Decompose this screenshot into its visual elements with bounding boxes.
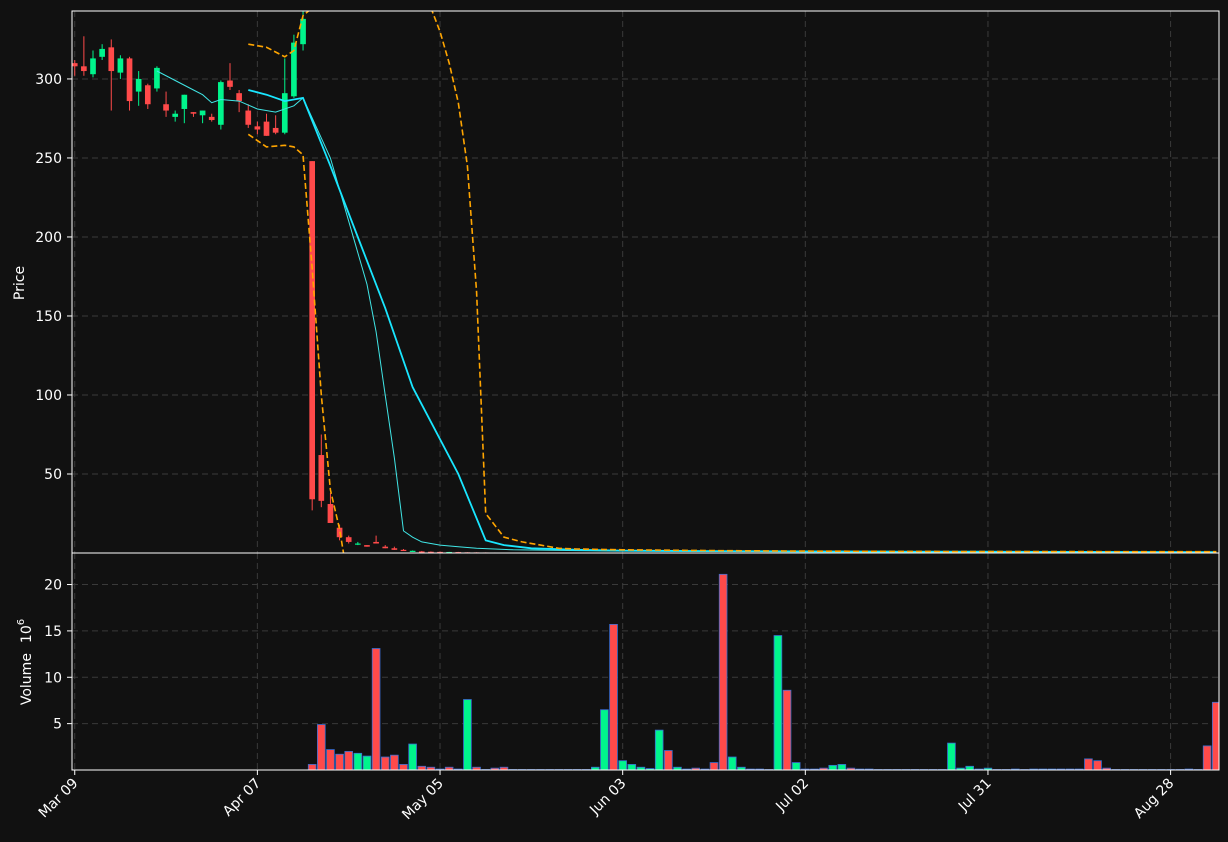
candle-body xyxy=(227,80,233,87)
candle-body xyxy=(327,504,334,523)
candle-body xyxy=(72,63,78,67)
candle-body xyxy=(281,93,288,133)
candle-body xyxy=(117,58,124,73)
volume-bar xyxy=(380,756,390,770)
volume-bar xyxy=(1084,758,1093,770)
volume-bar xyxy=(773,635,783,770)
volume-bar xyxy=(463,699,472,770)
volume-bar xyxy=(1093,760,1102,770)
volume-bar xyxy=(362,755,372,770)
candle-body xyxy=(364,545,370,547)
candle-body xyxy=(373,541,379,544)
volume-bar xyxy=(408,743,417,770)
price-tick-label: 200 xyxy=(35,230,62,246)
volume-bar xyxy=(718,573,728,770)
price-tick-label: 150 xyxy=(35,309,62,325)
candle-body xyxy=(108,47,115,72)
volume-bar xyxy=(837,764,847,770)
candle-body xyxy=(263,121,270,136)
candle-body xyxy=(382,546,389,549)
candle-body xyxy=(409,550,416,552)
volume-bar xyxy=(609,624,618,770)
volume-bar xyxy=(782,689,792,770)
candle-body xyxy=(355,543,361,545)
candle-body xyxy=(208,116,215,121)
candle-body xyxy=(318,455,325,501)
volume-bar xyxy=(727,756,737,770)
candle-body xyxy=(199,110,206,116)
volume-bar xyxy=(417,765,427,770)
candle-body xyxy=(254,126,261,130)
volume-bar xyxy=(307,764,317,770)
candle-body xyxy=(144,85,151,105)
candle-body xyxy=(300,18,306,45)
volume-axis-title: Volume 106 xyxy=(16,619,35,705)
candle-body xyxy=(90,58,96,75)
volume-bar xyxy=(317,724,326,770)
price-tick-label: 250 xyxy=(35,151,62,167)
candle-body xyxy=(236,93,242,102)
volume-bar xyxy=(600,709,609,770)
volume-bar xyxy=(1202,745,1212,770)
candle-body xyxy=(309,161,316,500)
candle-body xyxy=(345,537,352,542)
volume-bar xyxy=(947,742,956,770)
volume-bar xyxy=(371,648,381,770)
volume-bar xyxy=(390,754,399,770)
candle-body xyxy=(181,94,188,109)
volume-bar xyxy=(618,760,627,770)
candlestick-chart: 50100150200250300 5101520 Mar 09 Apr 07 Ma… xyxy=(0,0,1228,842)
candle-body xyxy=(272,127,279,133)
candle-body xyxy=(135,78,142,92)
volume-bar xyxy=(828,764,837,770)
candle-body xyxy=(163,104,169,111)
candle-body xyxy=(172,113,179,117)
volume-tick-label: 10 xyxy=(44,670,62,686)
volume-axis-label: Volume xyxy=(19,653,35,705)
volume-bar xyxy=(791,762,801,770)
candle-body xyxy=(126,58,133,102)
volume-tick-label: 15 xyxy=(44,624,62,640)
volume-tick-label: 5 xyxy=(53,717,62,733)
volume-bar xyxy=(664,750,673,770)
volume-bar xyxy=(353,752,363,770)
candle-body xyxy=(400,549,407,552)
volume-bar xyxy=(654,729,664,770)
candle-body xyxy=(218,82,224,125)
candle-body xyxy=(99,48,105,57)
candle-body xyxy=(245,110,252,125)
candle-body xyxy=(418,551,425,553)
price-tick-label: 50 xyxy=(44,467,62,483)
price-tick-label: 100 xyxy=(35,388,62,404)
volume-bar xyxy=(965,765,974,770)
volume-bar xyxy=(335,753,344,770)
price-tick-label: 300 xyxy=(35,72,62,88)
price-axis-title: Price xyxy=(12,266,28,300)
volume-bar xyxy=(326,749,335,770)
volume-bar xyxy=(399,764,408,770)
volume-bar xyxy=(344,751,353,770)
volume-axis-exponent-power: 6 xyxy=(16,619,27,625)
volume-bar xyxy=(627,764,637,770)
candle-body xyxy=(81,66,87,72)
volume-axis-exponent-base: 10 xyxy=(19,625,35,643)
candle-body xyxy=(391,548,398,550)
volume-tick-label: 20 xyxy=(44,578,62,594)
candle-body xyxy=(190,112,197,114)
volume-bar xyxy=(709,762,719,770)
